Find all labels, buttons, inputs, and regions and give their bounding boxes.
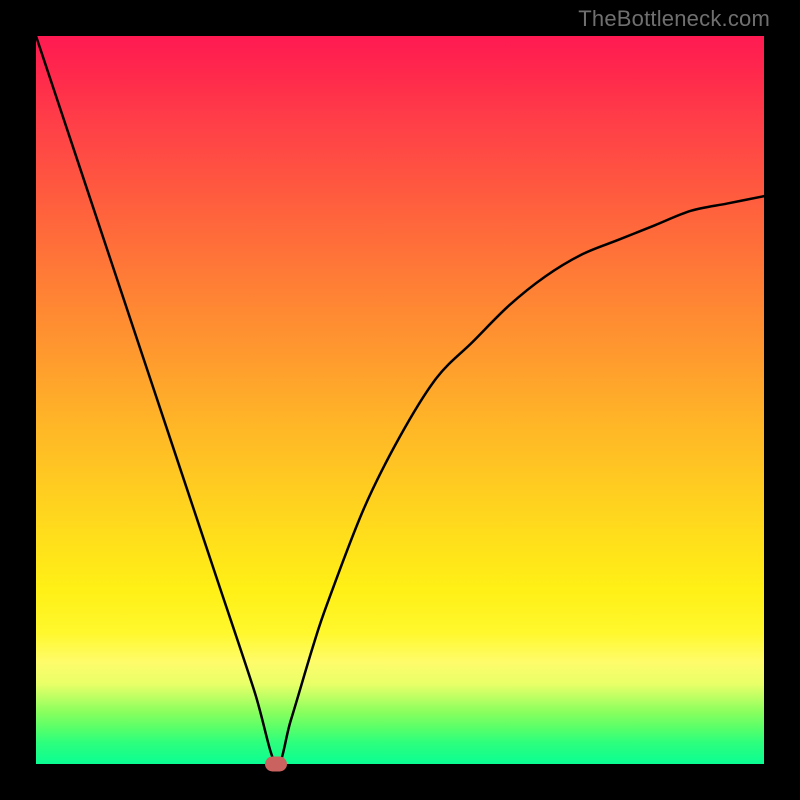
plot-area	[36, 36, 764, 764]
watermark-text: TheBottleneck.com	[578, 6, 770, 32]
bottleneck-curve	[36, 36, 764, 765]
chart-svg	[36, 36, 764, 764]
chart-frame: TheBottleneck.com	[0, 0, 800, 800]
chart-marker	[265, 757, 287, 772]
